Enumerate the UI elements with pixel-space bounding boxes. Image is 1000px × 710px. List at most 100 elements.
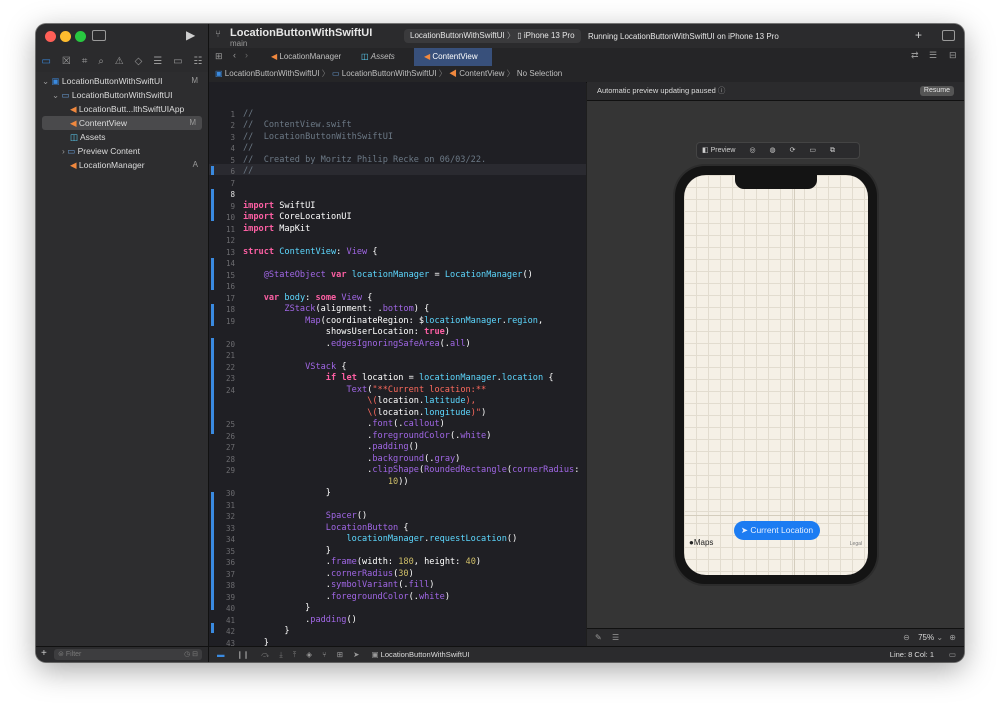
inspector-toggle-icon[interactable]	[942, 30, 955, 41]
nav-item-label: LocationManager	[78, 160, 145, 170]
nav-item-preview-content[interactable]: › ▭ Preview Content	[36, 144, 208, 158]
code-line: //	[243, 143, 254, 153]
symbol-icon[interactable]: ⌗	[82, 56, 88, 67]
code-line: .cornerRadius(30)	[243, 569, 414, 579]
pin-icon[interactable]: ✎	[587, 633, 602, 642]
nav-item-badge: A	[192, 160, 198, 169]
info-icon[interactable]: ⓘ	[718, 86, 726, 95]
preview-icon: ◧	[702, 147, 709, 154]
map-view[interactable]: ➤ Current Location ●Maps Legal	[684, 175, 868, 575]
legal-link[interactable]: Legal	[850, 541, 862, 547]
sidebar-toggle-icon[interactable]	[92, 30, 106, 41]
line-number: 21	[225, 351, 235, 360]
close-window-button[interactable]	[45, 31, 56, 42]
duplicate-icon[interactable]: ⧉	[818, 147, 835, 154]
nav-item-contentview[interactable]: ◀ ContentView M	[42, 116, 202, 130]
code-line: .foregroundColor(.white)	[243, 431, 492, 441]
branch-icon: ⑂	[215, 29, 221, 40]
line-number: 34	[225, 535, 235, 544]
line-number: 37	[225, 570, 235, 579]
view-hierarchy-icon[interactable]: ◈	[298, 650, 312, 659]
code-line: .background(.gray)	[243, 454, 461, 464]
swift-icon: ◀	[70, 160, 77, 170]
debug-bar: ▬ ❙❙ ⤼ ⤓ ⤒ ◈ ⑂ ⊞ ➤ ▣ LocationButtonWithS…	[209, 646, 964, 662]
tab-locationmanager[interactable]: ◀ LocationManager	[261, 48, 349, 66]
preview-toolbar: ◧ Preview ◎ ◍ ⟳ ▭ ⧉	[696, 142, 860, 159]
source-control-icon[interactable]: ☒	[62, 56, 71, 67]
selectable-icon[interactable]: ☰	[604, 633, 619, 642]
source-editor[interactable]: 1 2 3 4 5 6 7 8 9 10 11 12 13 14 15 16 1…	[209, 82, 586, 648]
device-settings-icon[interactable]: ▭	[797, 147, 816, 154]
line-number: 23	[225, 374, 235, 383]
nav-item-assets[interactable]: ◫ Assets	[36, 130, 208, 144]
editor-options-icon[interactable]: ☰	[929, 50, 937, 61]
current-location-button[interactable]: ➤ Current Location	[734, 521, 820, 540]
add-icon[interactable]: +	[915, 28, 922, 42]
simulate-location-icon[interactable]: ➤	[345, 650, 359, 659]
chevron-down-icon[interactable]: ⌄	[936, 633, 943, 642]
jumpbar-item[interactable]: ContentView	[459, 69, 504, 78]
recent-icon[interactable]: ◷ ⊟	[184, 649, 198, 660]
nav-item-locationmanager[interactable]: ◀ LocationManager A	[36, 158, 208, 172]
zoom-window-button[interactable]	[75, 31, 86, 42]
pause-icon[interactable]: ❙❙	[227, 650, 250, 659]
phone-notch	[735, 175, 817, 189]
device-icon: ▯	[517, 31, 522, 40]
swift-icon: ◀	[448, 69, 457, 78]
folder-icon: ▭	[67, 146, 76, 156]
chevron-down-icon: ⌄	[42, 76, 50, 86]
jumpbar-item[interactable]: LocationButtonWithSwiftUI	[342, 69, 437, 78]
tab-assets[interactable]: ◫ Assets	[351, 48, 411, 66]
jumpbar-item[interactable]: No Selection	[517, 69, 562, 78]
resume-button[interactable]: Resume	[919, 86, 954, 96]
process-target[interactable]: LocationButtonWithSwiftUI	[381, 650, 470, 659]
step-out-icon[interactable]: ⤒	[285, 650, 296, 659]
nav-item-group[interactable]: ⌄ ▭ LocationButtonWithSwiftUI	[36, 88, 208, 102]
preview-mode-button[interactable]: ◧ Preview	[697, 147, 737, 154]
forward-icon[interactable]: ›	[245, 50, 248, 60]
nav-item-project[interactable]: ⌄ ▣ LocationButtonWithSwiftUI M	[36, 74, 208, 88]
breakpoint-icon[interactable]: ▭	[173, 56, 182, 67]
variants-icon[interactable]: ◍	[758, 147, 776, 154]
run-button[interactable]: ▶	[186, 28, 195, 42]
line-number: 20	[225, 340, 235, 349]
code-line: Text("**Current location:**	[346, 385, 487, 395]
test-icon[interactable]: ◇	[135, 56, 143, 67]
split-editor-icon[interactable]: ⊟	[949, 50, 957, 61]
related-items-icon[interactable]: ⇄	[911, 50, 919, 61]
code-line: // ContentView.swift	[243, 120, 352, 130]
warning-icon[interactable]: ⚠	[115, 56, 124, 67]
zoom-in-icon[interactable]: ⊕	[945, 633, 956, 642]
live-icon[interactable]: ◎	[737, 147, 755, 154]
folder-icon[interactable]: ▭	[41, 56, 50, 67]
line-number: 22	[225, 363, 235, 372]
step-into-icon[interactable]: ⤓	[271, 650, 282, 659]
scheme-selector[interactable]: LocationButtonWithSwiftUI 〉 ▯ iPhone 13 …	[404, 29, 581, 43]
zoom-level[interactable]: 75%	[912, 633, 934, 642]
environment-icon[interactable]: ⊞	[329, 650, 343, 659]
back-icon[interactable]: ‹	[233, 50, 236, 60]
minimize-window-button[interactable]	[60, 31, 71, 42]
zoom-out-icon[interactable]: ⊖	[903, 633, 910, 642]
step-over-icon[interactable]: ⤼	[251, 650, 269, 659]
line-number: 15	[225, 271, 235, 280]
add-icon[interactable]: +	[41, 648, 47, 659]
console-toggle-icon[interactable]: ▬	[209, 650, 225, 659]
code-line: import SwiftUI	[243, 201, 316, 211]
search-icon[interactable]: ⌕	[98, 56, 104, 67]
line-number: 38	[225, 581, 235, 590]
code-line: var body: some View {	[263, 293, 373, 303]
code-line: showsUserLocation: true)	[243, 327, 450, 337]
jumpbar-item[interactable]: LocationButtonWithSwiftUI	[225, 69, 320, 78]
tab-contentview[interactable]: ◀ ContentView	[414, 48, 492, 66]
report-icon[interactable]: ☷	[193, 56, 202, 67]
grid-icon[interactable]: ⊞	[215, 51, 223, 62]
code-line: .padding()	[243, 442, 419, 452]
split-view-icon[interactable]: ▭	[949, 647, 956, 662]
debug-icon[interactable]: ☰	[153, 56, 162, 67]
nav-item-app-file[interactable]: ◀ LocationButt...lthSwiftUIApp	[36, 102, 208, 116]
line-number: 19	[225, 317, 235, 326]
filter-input[interactable]: ⊜ Filter ◷ ⊟	[54, 649, 202, 660]
rotate-icon[interactable]: ⟳	[778, 147, 796, 154]
memory-graph-icon[interactable]: ⑂	[314, 650, 327, 659]
